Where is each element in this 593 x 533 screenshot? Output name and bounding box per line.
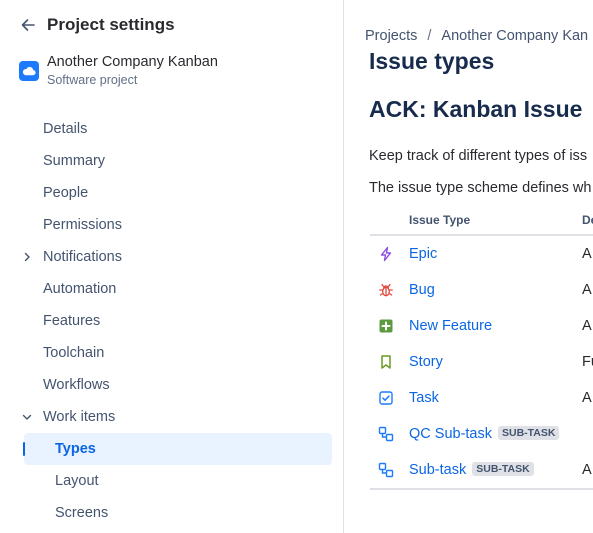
issue-type-link[interactable]: Story: [409, 354, 443, 370]
sidebar-item-label: Workflows: [43, 377, 110, 393]
sidebar-item-automation[interactable]: Automation: [0, 273, 344, 305]
sidebar-item-toolchain[interactable]: Toolchain: [0, 337, 344, 369]
issue-types-content: Projects / Another Company Kan Issue types…: [345, 0, 593, 533]
scheme-title: ACK: Kanban Issue: [369, 96, 583, 122]
epic-lightning-icon: [378, 246, 394, 262]
sidebar-item-label: Types: [55, 441, 96, 457]
issue-type-link[interactable]: Sub-task SUB-TASK: [409, 462, 534, 478]
sidebar-item-types[interactable]: Types: [23, 433, 332, 465]
table-row: Epic A: [370, 236, 593, 272]
table-row: Task A: [370, 380, 593, 416]
project-type: Software project: [47, 73, 138, 87]
project-name: Another Company Kanban: [47, 54, 218, 70]
issue-type-link[interactable]: QC Sub-task SUB-TASK: [409, 426, 560, 442]
back-button[interactable]: [17, 14, 39, 36]
sidebar-item-label: Permissions: [43, 217, 122, 233]
subtask-badge: SUB-TASK: [498, 426, 560, 440]
sidebar-title: Project settings: [47, 15, 175, 34]
column-header-description: De: [582, 213, 593, 227]
issue-type-description: A: [582, 318, 592, 334]
sidebar-item-label: Automation: [43, 281, 117, 297]
sidebar-item-label: Layout: [55, 473, 99, 489]
issue-type-description: A: [582, 282, 592, 298]
subtask-icon: [378, 462, 394, 478]
issue-type-name: Sub-task: [409, 462, 467, 478]
task-checkbox-icon: [378, 390, 394, 406]
sidebar-item-workflows[interactable]: Workflows: [0, 369, 344, 401]
table-row: Sub-task SUB-TASK A: [370, 452, 593, 488]
sidebar-item-layout[interactable]: Layout: [0, 465, 344, 497]
breadcrumb-separator: /: [427, 28, 432, 44]
sidebar-item-notifications[interactable]: Notifications: [0, 241, 344, 273]
sidebar-item-work-items[interactable]: Work items: [0, 401, 344, 433]
sidebar-item-screens[interactable]: Screens: [0, 497, 344, 529]
issue-type-description: A: [582, 390, 592, 406]
breadcrumb: Projects / Another Company Kan: [365, 28, 588, 44]
sidebar-item-label: Screens: [55, 505, 109, 521]
issue-type-link[interactable]: New Feature: [409, 318, 492, 334]
project-settings-sidebar: Project settings Another Company Kanban …: [0, 0, 344, 533]
sidebar-item-label: Details: [43, 121, 88, 137]
cloud-icon: [22, 66, 36, 76]
breadcrumb-project-link[interactable]: Another Company Kan: [441, 28, 588, 44]
story-bookmark-icon: [378, 354, 394, 370]
table-row: New Feature A: [370, 308, 593, 344]
issue-type-link[interactable]: Epic: [409, 246, 437, 262]
chevron-right-icon[interactable]: [20, 250, 34, 264]
selected-indicator: [23, 442, 25, 456]
subtask-icon: [378, 426, 394, 442]
sidebar-item-label: Features: [43, 313, 101, 329]
issue-type-link[interactable]: Task: [409, 390, 439, 406]
new-feature-plus-icon: [378, 318, 394, 334]
column-header-issue-type: Issue Type: [409, 213, 471, 227]
issue-type-name: QC Sub-task: [409, 426, 492, 442]
chevron-down-icon[interactable]: [20, 410, 34, 424]
issue-type-description: Fu: [582, 354, 593, 370]
sidebar-item-permissions[interactable]: Permissions: [0, 209, 344, 241]
sidebar-item-label: Work items: [43, 409, 116, 425]
scheme-description-text: The issue type scheme defines wh: [369, 180, 592, 196]
project-avatar: [19, 61, 39, 81]
issue-type-description: A: [582, 462, 592, 478]
sidebar-item-details[interactable]: Details: [0, 113, 344, 145]
sidebar-item-label: Notifications: [43, 249, 122, 265]
table-row: Bug A: [370, 272, 593, 308]
arrow-left-icon: [21, 19, 35, 31]
table-row: QC Sub-task SUB-TASK: [370, 416, 593, 452]
table-row: Story Fu: [370, 344, 593, 380]
bug-icon: [378, 282, 394, 298]
issue-type-description: A: [582, 246, 592, 262]
sidebar-item-summary[interactable]: Summary: [0, 145, 344, 177]
table-header: Issue Type De: [370, 204, 593, 236]
table-bottom-border: [370, 488, 593, 490]
issue-type-link[interactable]: Bug: [409, 282, 435, 298]
sidebar-item-people[interactable]: People: [0, 177, 344, 209]
sidebar-item-label: Summary: [43, 153, 106, 169]
sidebar-item-features[interactable]: Features: [0, 305, 344, 337]
description-text: Keep track of different types of iss: [369, 148, 588, 164]
sidebar-item-label: Toolchain: [43, 345, 105, 361]
subtask-badge: SUB-TASK: [472, 462, 534, 476]
sidebar-item-label: People: [43, 185, 89, 201]
page-title: Issue types: [369, 48, 495, 74]
breadcrumb-projects-link[interactable]: Projects: [365, 28, 417, 44]
